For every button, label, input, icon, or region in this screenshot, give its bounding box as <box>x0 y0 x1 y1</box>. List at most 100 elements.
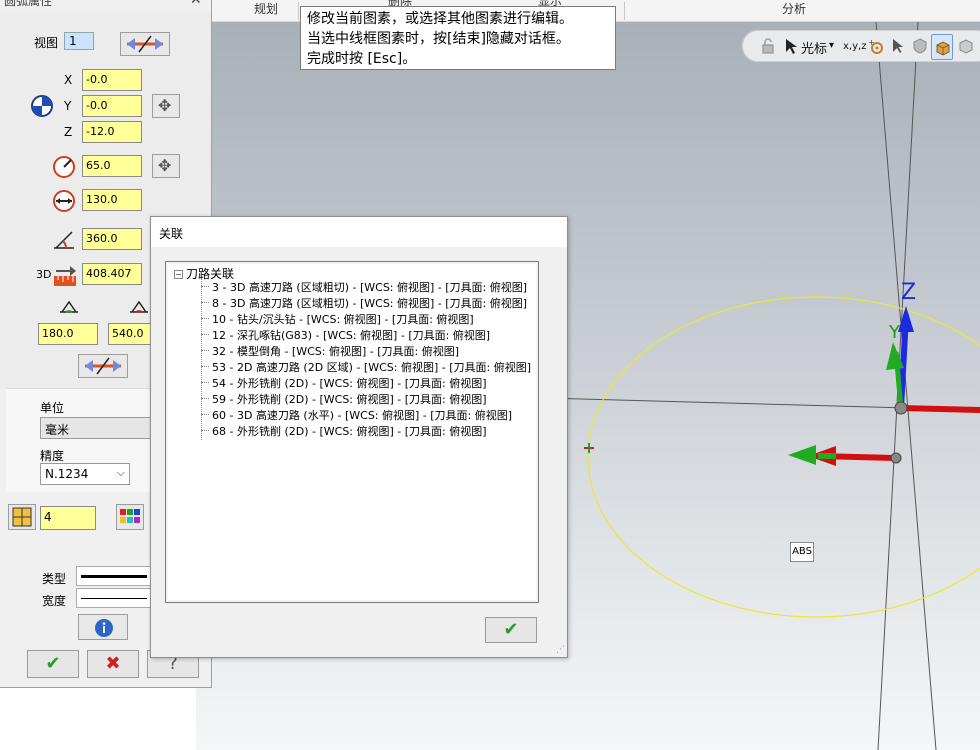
ribbon-tab-analysis[interactable]: 分析 <box>782 0 806 17</box>
arc-length-field[interactable]: 408.407 <box>82 263 142 285</box>
start-angle-field[interactable]: 180.0 <box>38 323 98 345</box>
length-3d-label: 3D <box>36 268 52 281</box>
y-label: Y <box>64 99 72 113</box>
level-grid-icon <box>12 507 32 527</box>
view-label: 视图 <box>34 36 59 50</box>
color-button[interactable] <box>116 504 144 530</box>
secondary-axes-gnomon <box>788 445 902 466</box>
reverse-arrow-icon <box>85 357 121 375</box>
panel-title: 圆弧属性 <box>4 0 53 8</box>
box-select-icon <box>936 41 950 56</box>
info-button[interactable] <box>78 614 128 640</box>
center-y-field[interactable]: -0.0 <box>82 95 142 117</box>
z-label: Z <box>64 125 73 139</box>
axis-y-label: Y <box>889 322 900 343</box>
precision-value: N.1234 <box>45 467 89 481</box>
line-type-select[interactable] <box>76 566 154 586</box>
box-icon[interactable] <box>957 37 975 55</box>
construction-line <box>875 22 937 750</box>
sweep-angle-icon[interactable] <box>52 228 76 252</box>
chevron-down-icon: ⌵ <box>116 466 125 479</box>
toolpath-tree[interactable]: − 刀路关联 3 - 3D 高速刀路 (区域粗切) - [WCS: 俯视图] - … <box>165 261 539 603</box>
tree-item[interactable]: 3 - 3D 高速刀路 (区域粗切) - [WCS: 俯视图] - [刀具面: … <box>201 280 527 296</box>
dialog-header: 关联 <box>151 217 567 247</box>
ribbon-separator <box>298 2 299 20</box>
arc-length-icon[interactable] <box>52 262 78 288</box>
color-palette-icon <box>120 509 140 523</box>
dialog-title: 关联 <box>159 227 184 241</box>
ok-button[interactable]: ✔ <box>27 650 79 678</box>
cancel-button[interactable]: ✖ <box>87 650 139 678</box>
diameter-field[interactable]: 130.0 <box>82 189 142 211</box>
info-icon <box>95 619 113 637</box>
chevron-down-icon[interactable]: ▾ <box>829 40 834 51</box>
tree-item[interactable]: 10 - 钻头/沉头钻 - [WCS: 俯视图] - [刀具面: 俯视图] <box>201 312 474 328</box>
tree-item[interactable]: 12 - 深孔啄钻(G83) - [WCS: 俯视图] - [刀具面: 俯视图] <box>201 328 490 344</box>
tree-item[interactable]: 8 - 3D 高速刀路 (区域粗切) - [WCS: 俯视图] - [刀具面: … <box>201 296 527 312</box>
view-number-field[interactable]: 1 <box>64 32 94 50</box>
world-axes-gnomon <box>886 306 980 415</box>
close-icon[interactable]: ✕ <box>190 0 202 8</box>
level-button[interactable] <box>8 504 36 530</box>
ribbon-tab-planning[interactable]: 规划 <box>254 0 278 17</box>
resize-grip-icon[interactable]: ⋰ <box>556 645 565 655</box>
shield-select-icon[interactable] <box>911 37 929 55</box>
tree-root-label: 刀路关联 <box>186 267 235 281</box>
unit-label: 单位 <box>40 401 65 415</box>
end-angle-icon[interactable] <box>128 296 150 318</box>
tree-item[interactable]: 54 - 外形铣削 (2D) - [WCS: 俯视图] - [刀具面: 俯视图] <box>201 376 487 392</box>
move-icon: ✥ <box>158 96 172 115</box>
line-width-select[interactable] <box>76 588 154 608</box>
center-point-icon[interactable] <box>30 94 54 118</box>
view-toolbar: 光标 ▾ x,y,z + <box>742 30 980 62</box>
tree-item[interactable]: 68 - 外形铣削 (2D) - [WCS: 俯视图] - [刀具面: 俯视图] <box>201 424 487 440</box>
move-center-button[interactable]: ✥ <box>152 94 180 118</box>
radius-icon[interactable] <box>52 155 76 179</box>
solid-select-toggle[interactable] <box>931 34 953 60</box>
tooltip-line: 当选中线框图素时，按[结束]隐藏对话框。 <box>307 31 570 47</box>
abs-label: ABS <box>790 542 814 562</box>
precision-label: 精度 <box>40 449 65 463</box>
swap-angles-button[interactable] <box>78 354 128 378</box>
collapse-icon[interactable]: − <box>174 270 183 279</box>
snap-settings-icon[interactable]: + <box>867 37 885 55</box>
check-icon: ✔ <box>503 619 519 640</box>
association-dialog: 关联 − 刀路关联 3 - 3D 高速刀路 (区域粗切) - [WCS: 俯视图]… <box>150 216 568 658</box>
reverse-arrow-icon <box>127 35 163 53</box>
level-field[interactable]: 4 <box>40 506 96 530</box>
cursor-label[interactable]: 光标 <box>801 38 827 57</box>
tree-item[interactable]: 32 - 模型倒角 - [WCS: 俯视图] - [刀具面: 俯视图] <box>201 344 459 360</box>
drag-radius-button[interactable]: ✥ <box>152 154 180 178</box>
left-strip <box>0 690 196 750</box>
x-label: X <box>64 73 73 87</box>
tree-item[interactable]: 59 - 外形铣削 (2D) - [WCS: 俯视图] - [刀具面: 俯视图] <box>201 392 487 408</box>
start-angle-icon[interactable] <box>58 296 80 318</box>
center-x-field[interactable]: -0.0 <box>82 69 142 91</box>
sweep-angle-field[interactable]: 360.0 <box>82 228 142 250</box>
unit-value: 毫米 <box>45 423 70 437</box>
line-type-label: 类型 <box>42 572 67 586</box>
radius-field[interactable]: 65.0 <box>82 155 142 177</box>
svg-text:+: + <box>868 38 875 47</box>
ribbon-separator <box>624 2 625 20</box>
line-width-label: 宽度 <box>42 594 67 608</box>
lock-icon[interactable] <box>759 37 777 55</box>
tree-item[interactable]: 60 - 3D 高速刀路 (水平) - [WCS: 俯视图] - [刀具面: 俯… <box>201 408 512 424</box>
cursor-icon[interactable] <box>783 37 801 55</box>
center-z-field[interactable]: -12.0 <box>82 121 142 143</box>
move-icon: ✥ <box>158 156 172 175</box>
hint-tooltip: 修改当前图素，或选择其他图素进行编辑。 当选中线框图素时，按[结束]隐藏对话框。… <box>300 6 616 70</box>
reverse-direction-button[interactable] <box>120 32 170 56</box>
tooltip-line: 修改当前图素，或选择其他图素进行编辑。 <box>307 11 573 27</box>
axis-z-label: Z <box>901 280 917 305</box>
x-icon: ✖ <box>105 653 121 674</box>
tree-item[interactable]: 53 - 2D 高速刀路 (2D 区域) - [WCS: 俯视图] - [刀具面… <box>201 360 531 376</box>
tooltip-line: 完成时按 [Esc]。 <box>307 51 417 67</box>
check-icon: ✔ <box>45 653 61 674</box>
select-arrow-icon[interactable] <box>889 37 907 55</box>
xyz-label[interactable]: x,y,z <box>843 41 866 52</box>
dialog-ok-button[interactable]: ✔ <box>485 617 537 643</box>
precision-select[interactable]: N.1234 ⌵ <box>40 463 130 485</box>
arc-start-point <box>584 443 594 453</box>
diameter-icon[interactable] <box>52 189 76 213</box>
